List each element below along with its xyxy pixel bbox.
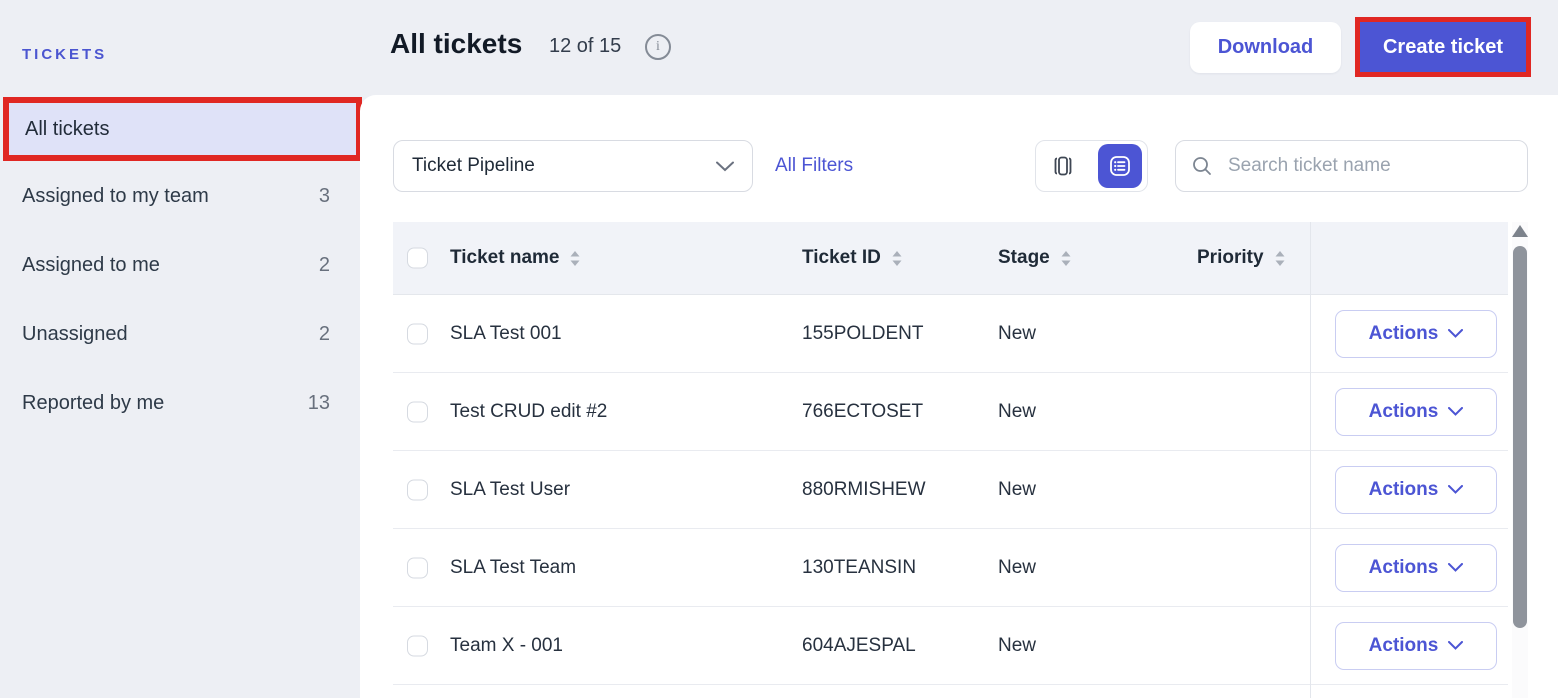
sidebar-item-count: 13	[308, 392, 330, 415]
table-row[interactable]: Test CRUD edit #2 766ECTOSET New Actions	[393, 373, 1508, 451]
row-checkbox[interactable]	[407, 401, 428, 422]
sort-icon[interactable]	[569, 250, 581, 267]
all-filters-link[interactable]: All Filters	[775, 140, 853, 192]
column-header-ticket-name[interactable]: Ticket name	[450, 247, 581, 269]
ticket-id-cell: 130TEANSIN	[802, 557, 916, 579]
sidebar-item-label: Assigned to my team	[22, 185, 209, 208]
row-checkbox[interactable]	[407, 635, 428, 656]
stage-cell: New	[998, 479, 1036, 501]
pipeline-select-value: Ticket Pipeline	[412, 155, 535, 177]
page-title: All tickets	[390, 28, 522, 60]
table-row[interactable]: SLA Test 001 155POLDENT New Actions	[393, 295, 1508, 373]
row-checkbox[interactable]	[407, 323, 428, 344]
sidebar-item-label: Unassigned	[22, 323, 128, 346]
search-input[interactable]	[1226, 154, 1513, 178]
table-row-partial	[393, 685, 1508, 697]
actions-button[interactable]: Actions	[1335, 622, 1497, 670]
view-toggle	[1035, 140, 1148, 192]
sidebar-item-assigned-to-my-team[interactable]: Assigned to my team 3	[22, 170, 330, 222]
table-row[interactable]: SLA Test Team 130TEANSIN New Actions	[393, 529, 1508, 607]
column-header-ticket-id[interactable]: Ticket ID	[802, 247, 903, 269]
table-row[interactable]: Team X - 001 604AJESPAL New Actions	[393, 607, 1508, 685]
actions-button[interactable]: Actions	[1335, 310, 1497, 358]
stage-cell: New	[998, 401, 1036, 423]
column-header-priority[interactable]: Priority	[1197, 247, 1286, 269]
column-header-stage[interactable]: Stage	[998, 247, 1072, 269]
ticket-name-cell: SLA Test Team	[450, 557, 576, 579]
ticket-id-cell: 880RMISHEW	[802, 479, 926, 501]
actions-button[interactable]: Actions	[1335, 466, 1497, 514]
sidebar-item-count: 2	[319, 254, 330, 277]
actions-button[interactable]: Actions	[1335, 544, 1497, 592]
pipeline-select[interactable]: Ticket Pipeline	[393, 140, 753, 192]
tickets-page: TICKETS All tickets Assigned to my team …	[0, 0, 1558, 698]
info-icon[interactable]: i	[645, 34, 671, 60]
ticket-id-cell: 604AJESPAL	[802, 635, 916, 657]
actions-button[interactable]: Actions	[1335, 388, 1497, 436]
ticket-name-cell: SLA Test 001	[450, 323, 562, 345]
stage-cell: New	[998, 557, 1036, 579]
sidebar-item-unassigned[interactable]: Unassigned 2	[22, 308, 330, 360]
search-box	[1175, 140, 1528, 192]
stage-cell: New	[998, 635, 1036, 657]
row-checkbox[interactable]	[407, 479, 428, 500]
ticket-id-cell: 766ECTOSET	[802, 401, 923, 423]
select-all-checkbox[interactable]	[407, 248, 428, 269]
chevron-down-icon	[716, 161, 734, 172]
scrollbar-thumb[interactable]	[1513, 246, 1527, 628]
table-row[interactable]: SLA Test User 880RMISHEW New Actions	[393, 451, 1508, 529]
sidebar: TICKETS All tickets Assigned to my team …	[0, 0, 360, 698]
ticket-name-cell: Team X - 001	[450, 635, 563, 657]
actions-column-divider	[1310, 222, 1311, 698]
sort-icon[interactable]	[891, 250, 903, 267]
sidebar-item-label: All tickets	[25, 118, 109, 141]
sidebar-item-reported-by-me[interactable]: Reported by me 13	[22, 377, 330, 429]
create-ticket-button[interactable]: Create ticket	[1360, 22, 1526, 72]
board-view-icon[interactable]	[1041, 144, 1085, 188]
table-header-row: Ticket name Ticket ID Stage Priority	[393, 222, 1508, 295]
sort-icon[interactable]	[1274, 250, 1286, 267]
scroll-up-arrow-icon[interactable]	[1512, 225, 1528, 237]
list-view-icon[interactable]	[1098, 144, 1142, 188]
row-checkbox[interactable]	[407, 557, 428, 578]
sidebar-section-title: TICKETS	[22, 46, 107, 63]
download-button[interactable]: Download	[1190, 22, 1341, 73]
stage-cell: New	[998, 323, 1036, 345]
annotation-box-create-ticket: Create ticket	[1355, 17, 1531, 77]
ticket-id-cell: 155POLDENT	[802, 323, 923, 345]
table-scrollbar[interactable]	[1512, 222, 1528, 698]
sidebar-item-label: Assigned to me	[22, 254, 160, 277]
sidebar-item-count: 3	[319, 185, 330, 208]
sidebar-item-assigned-to-me[interactable]: Assigned to me 2	[22, 239, 330, 291]
sort-icon[interactable]	[1060, 250, 1072, 267]
sidebar-item-all-tickets[interactable]: All tickets	[3, 97, 362, 161]
tickets-table: Ticket name Ticket ID Stage Priority	[393, 222, 1508, 698]
sidebar-item-count: 2	[319, 323, 330, 346]
search-icon	[1190, 154, 1214, 178]
ticket-count-text: 12 of 15	[549, 35, 621, 58]
ticket-name-cell: Test CRUD edit #2	[450, 401, 607, 423]
sidebar-item-label: Reported by me	[22, 392, 164, 415]
ticket-name-cell: SLA Test User	[450, 479, 570, 501]
